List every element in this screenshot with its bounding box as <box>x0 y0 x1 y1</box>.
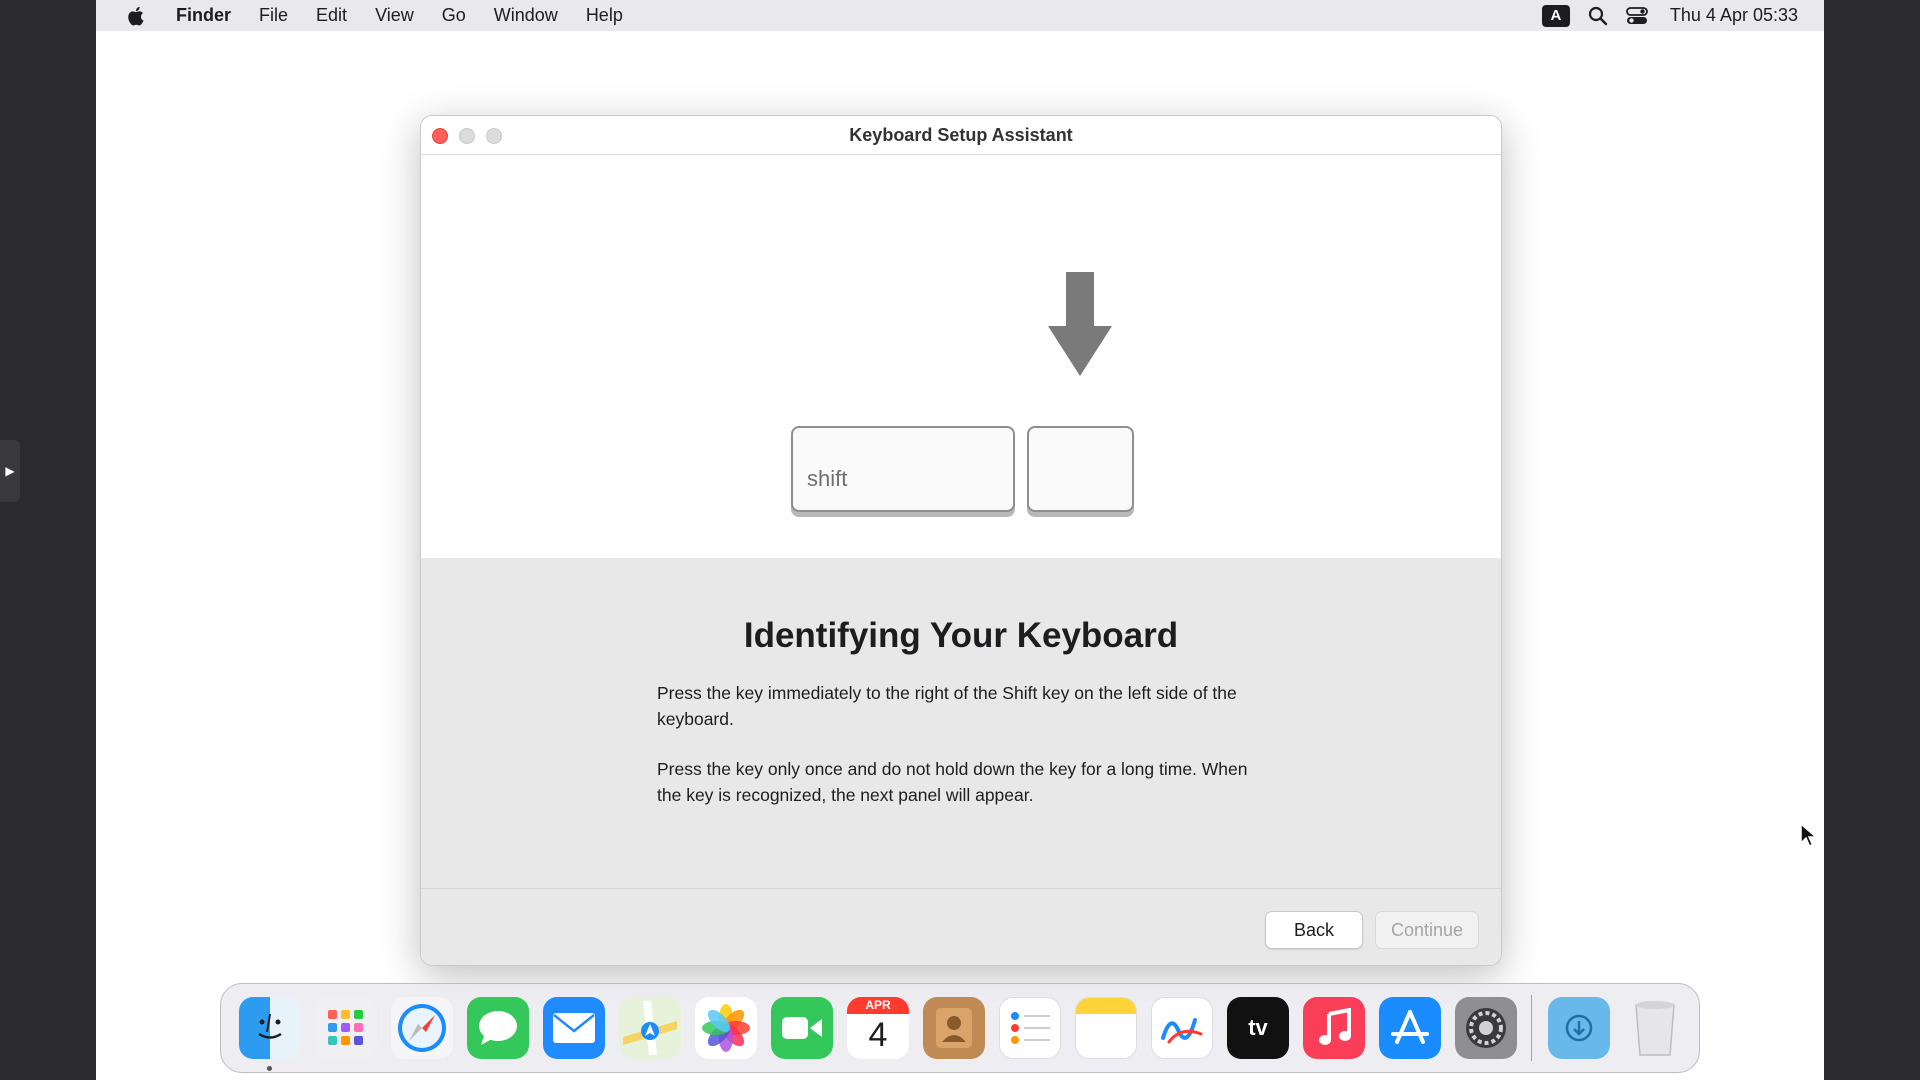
menu-app-name[interactable]: Finder <box>162 5 245 26</box>
freeform-icon[interactable] <box>1151 997 1213 1059</box>
calendar-icon[interactable]: APR 4 <box>847 997 909 1059</box>
side-panel-handle[interactable]: ▶ <box>0 440 20 502</box>
trash-icon[interactable] <box>1624 997 1686 1059</box>
app-store-icon[interactable] <box>1379 997 1441 1059</box>
music-icon[interactable] <box>1303 997 1365 1059</box>
instructions-panel: Identifying Your Keyboard Press the key … <box>421 558 1501 888</box>
dock: APR 4 tv <box>220 983 1700 1073</box>
dock-separator <box>1531 995 1532 1061</box>
menu-help[interactable]: Help <box>572 5 637 26</box>
mail-icon[interactable] <box>543 997 605 1059</box>
continue-button: Continue <box>1375 911 1479 949</box>
contacts-icon[interactable] <box>923 997 985 1059</box>
safari-icon[interactable] <box>391 997 453 1059</box>
button-bar: Back Continue <box>421 888 1501 965</box>
shift-key-graphic: shift <box>791 426 1015 512</box>
down-arrow-icon <box>1048 272 1112 376</box>
minimize-button <box>459 128 475 144</box>
downloads-folder-icon[interactable] <box>1548 997 1610 1059</box>
reminders-icon[interactable] <box>999 997 1061 1059</box>
maps-icon[interactable] <box>619 997 681 1059</box>
calendar-day: 4 <box>868 1016 888 1054</box>
facetime-icon[interactable] <box>771 997 833 1059</box>
title-bar: Keyboard Setup Assistant <box>421 116 1501 155</box>
running-indicator <box>267 1066 272 1071</box>
close-button[interactable] <box>432 128 448 144</box>
apple-tv-icon[interactable]: tv <box>1227 997 1289 1059</box>
page-heading: Identifying Your Keyboard <box>743 616 1179 655</box>
photos-icon[interactable] <box>695 997 757 1059</box>
notes-icon[interactable] <box>1075 997 1137 1059</box>
keyboard-setup-window: Keyboard Setup Assistant shift Identifyi… <box>420 115 1502 966</box>
launchpad-icon[interactable] <box>315 997 377 1059</box>
menu-go[interactable]: Go <box>428 5 480 26</box>
control-center-icon[interactable] <box>1626 6 1648 25</box>
calendar-month: APR <box>847 997 909 1014</box>
zoom-button <box>486 128 502 144</box>
back-button[interactable]: Back <box>1265 911 1363 949</box>
menu-window[interactable]: Window <box>480 5 572 26</box>
menu-file[interactable]: File <box>245 5 302 26</box>
window-title: Keyboard Setup Assistant <box>849 124 1073 145</box>
target-key-graphic <box>1027 426 1134 512</box>
shift-key-label: shift <box>807 466 848 491</box>
chevron-right-icon: ▶ <box>5 464 15 478</box>
menu-edit[interactable]: Edit <box>302 5 361 26</box>
apple-menu-icon[interactable] <box>122 3 148 29</box>
input-source-icon[interactable]: A <box>1541 4 1570 27</box>
menu-clock[interactable]: Thu 4 Apr 05:33 <box>1670 5 1798 26</box>
instruction-text-1: Press the key immediately to the right o… <box>657 683 1237 729</box>
menu-view[interactable]: View <box>361 5 428 26</box>
finder-icon[interactable] <box>239 997 301 1071</box>
messages-icon[interactable] <box>467 997 529 1059</box>
system-settings-icon[interactable] <box>1455 997 1517 1059</box>
menu-bar: Finder File Edit View Go Window Help A T… <box>96 0 1824 31</box>
desktop: Finder File Edit View Go Window Help A T… <box>96 0 1824 1080</box>
mouse-pointer-icon <box>1800 823 1818 847</box>
spotlight-search-icon[interactable] <box>1588 6 1608 26</box>
tv-label: tv <box>1248 1015 1268 1040</box>
instruction-text-2: Press the key only once and do not hold … <box>657 759 1248 805</box>
